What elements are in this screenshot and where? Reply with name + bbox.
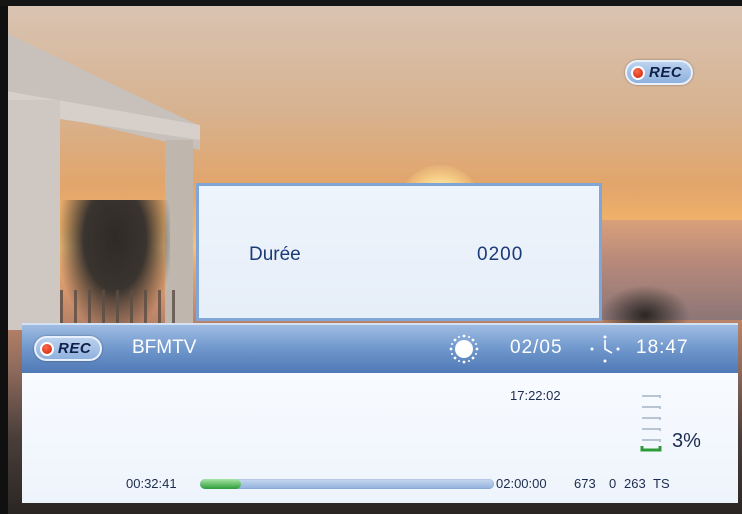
- stat-value: 673: [574, 476, 596, 491]
- timeshift-progress-bar[interactable]: [200, 479, 494, 489]
- video-screen: REC Durée 0200 REC BFMTV 02/05 18:47 17:…: [0, 0, 742, 514]
- duration-value[interactable]: 0200: [477, 244, 523, 266]
- disk-usage-gauge: [640, 395, 662, 452]
- frame-edge: [0, 0, 8, 514]
- duration-dialog[interactable]: Durée 0200: [196, 183, 602, 321]
- recording-badge-infobar: REC: [34, 336, 103, 361]
- channel-name: BFMTV: [132, 337, 197, 358]
- recording-label: REC: [58, 340, 92, 357]
- stream-format: TS: [653, 476, 670, 491]
- recording-badge: REC: [625, 60, 694, 85]
- clock-time: 18:47: [636, 337, 689, 358]
- timeshift-end-time: 02:00:00: [496, 476, 547, 491]
- current-playback-time: 17:22:02: [510, 388, 561, 403]
- clock-icon: [590, 335, 620, 363]
- disk-usage-percent: 3%: [672, 430, 701, 452]
- info-bar-header: REC BFMTV 02/05 18:47: [22, 323, 738, 373]
- info-bar-body: 17:22:02 3% 00:32:41 02:00:00 673 0 263: [22, 373, 738, 503]
- timeshift-progress-fill: [200, 479, 242, 489]
- info-bar: REC BFMTV 02/05 18:47 17:22:02 3% 00:32:…: [22, 323, 738, 503]
- record-dot-icon: [631, 65, 645, 80]
- duration-label: Durée: [249, 244, 301, 265]
- stat-value: 0: [609, 476, 617, 491]
- sun-icon: [449, 334, 479, 364]
- frame-edge-top: [0, 0, 742, 6]
- terrace-wall: [0, 100, 60, 330]
- recording-label: REC: [649, 64, 683, 81]
- stat-value: 263: [624, 476, 646, 491]
- record-dot-icon: [40, 341, 54, 356]
- date-display: 02/05: [510, 337, 563, 358]
- timeshift-start-time: 00:32:41: [126, 476, 177, 491]
